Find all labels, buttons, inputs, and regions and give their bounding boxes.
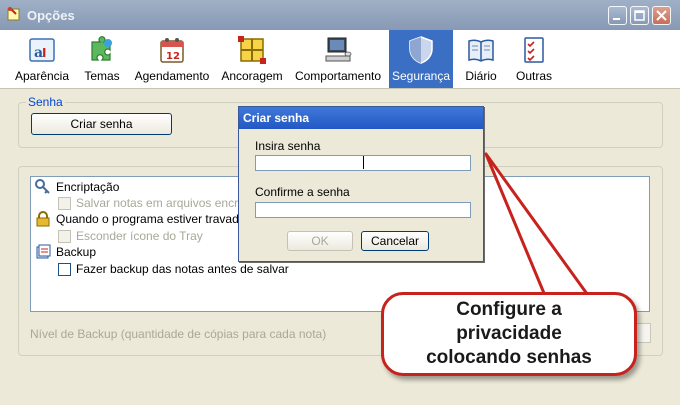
callout-line-1: Configure a [456, 299, 562, 320]
options-window: Opções a I Aparência Temas 12 Agendament… [0, 0, 680, 405]
callout-line-2: privacidade [456, 323, 562, 344]
callout-bubble: Configure a privacidade colocando senhas [381, 292, 637, 376]
callout-line-3: colocando senhas [426, 347, 592, 368]
